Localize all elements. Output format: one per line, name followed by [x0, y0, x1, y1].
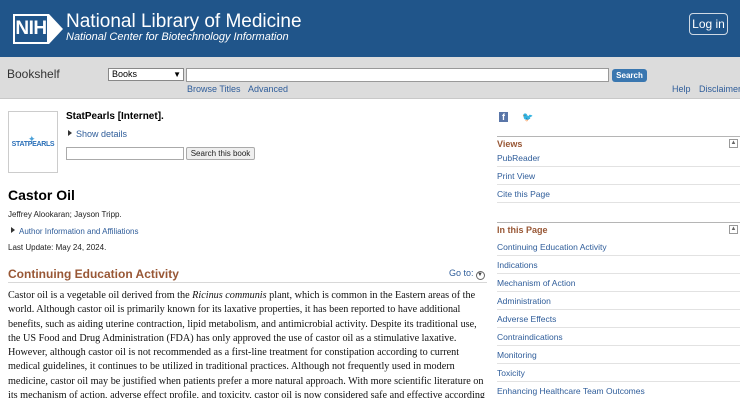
paragraph-text: benefits, such as aiding uterine contrac…: [8, 318, 477, 330]
sidebar-divider: [497, 363, 740, 364]
chevron-down-icon: ▼: [173, 70, 181, 79]
bookshelf-bar: Bookshelf Books ▼ Search Browse Titles A…: [0, 57, 740, 99]
section-title: Continuing Education Activity: [8, 267, 179, 281]
paragraph-line: medical guidelines, it continues to be u…: [8, 360, 487, 374]
sidebar-divider: [497, 255, 740, 256]
goto-menu[interactable]: Go to: ▼: [449, 268, 485, 280]
nih-logo-text: NIH: [13, 14, 49, 44]
in-this-page-link[interactable]: Indications: [497, 260, 538, 270]
author-info-label: Author Information and Affiliations: [19, 227, 139, 236]
last-update: Last Update: May 24, 2024.: [8, 243, 107, 252]
book-title: StatPearls [Internet].: [66, 111, 164, 122]
sidebar-divider: [497, 309, 740, 310]
nih-logo[interactable]: NIH: [13, 14, 63, 44]
sidebar-divider: [497, 327, 740, 328]
paragraph-line: world. Although castor oil is primarily …: [8, 303, 487, 317]
in-this-page-link[interactable]: Toxicity: [497, 368, 525, 378]
nih-logo-arrow-icon: [49, 14, 63, 44]
paragraph-line: benefits, such as aiding uterine contrac…: [8, 318, 487, 332]
bookshelf-link[interactable]: Bookshelf: [7, 67, 60, 81]
help-link[interactable]: Help: [672, 84, 691, 95]
paragraph-text: However, although castor oil is not reco…: [8, 347, 460, 359]
species-name: Ricinus communis: [192, 290, 267, 301]
in-this-page-link[interactable]: Monitoring: [497, 350, 537, 360]
in-this-page-link[interactable]: Enhancing Healthcare Team Outcomes: [497, 386, 645, 396]
sidebar-divider: [497, 184, 740, 185]
paragraph-text: world. Although castor oil is primarily …: [8, 304, 461, 316]
paragraph-text: plant, which is common in the Eastern ar…: [266, 290, 476, 301]
paragraph-line: medicine, castor oil may be justified wh…: [8, 375, 487, 389]
views-link[interactable]: PubReader: [497, 153, 540, 163]
sidebar-divider: [497, 202, 740, 203]
browse-titles-link[interactable]: Browse Titles: [187, 84, 241, 95]
goto-label: Go to:: [449, 268, 474, 278]
sidebar-divider: [497, 166, 740, 167]
in-this-page-heading: In this Page: [497, 225, 548, 235]
in-this-page-link[interactable]: Adverse Effects: [497, 314, 556, 324]
show-details-toggle[interactable]: Show details: [68, 129, 127, 140]
paragraph-line: However, although castor oil is not reco…: [8, 346, 487, 360]
site-title[interactable]: National Library of Medicine: [66, 11, 302, 33]
in-this-page-link[interactable]: Mechanism of Action: [497, 278, 575, 288]
search-input[interactable]: [186, 68, 609, 82]
views-link[interactable]: Cite this Page: [497, 189, 550, 199]
triangle-right-icon: [68, 130, 72, 136]
site-subtitle: National Center for Biotechnology Inform…: [66, 31, 289, 43]
paragraph-text: its mechanism of action, adverse effect …: [8, 390, 486, 398]
book-search-input[interactable]: [66, 147, 184, 160]
database-select[interactable]: Books ▼: [108, 68, 184, 81]
chevron-down-icon: ▼: [475, 271, 485, 280]
paragraph-text: medicine, castor oil may be justified wh…: [8, 375, 484, 387]
nih-header: NIH National Library of Medicine Nationa…: [0, 0, 740, 57]
triangle-right-icon: [11, 227, 15, 233]
facebook-icon[interactable]: f: [499, 112, 508, 122]
paragraph-line: the US Food and Drug Administration (FDA…: [8, 332, 487, 346]
login-button[interactable]: Log in: [689, 13, 728, 35]
views-portlet-header[interactable]: Views ▲: [497, 136, 740, 151]
database-select-value: Books: [112, 69, 138, 79]
paragraph-text: medical guidelines, it continues to be u…: [8, 361, 455, 373]
paragraph-line: its mechanism of action, adverse effect …: [8, 389, 487, 398]
paragraph-line: Castor oil is a vegetable oil derived fr…: [8, 289, 487, 303]
section-divider: [8, 282, 487, 283]
book-cover-text: STATPEARLS: [11, 141, 55, 148]
show-details-label: Show details: [76, 129, 128, 139]
in-this-page-portlet-header[interactable]: In this Page ▲: [497, 222, 740, 237]
article-title: Castor Oil: [8, 187, 75, 203]
search-button[interactable]: Search: [612, 69, 647, 82]
advanced-link[interactable]: Advanced: [248, 84, 288, 95]
sidebar-divider: [497, 345, 740, 346]
sidebar-divider: [497, 273, 740, 274]
search-this-book-button[interactable]: Search this book: [186, 147, 255, 160]
disclaimer-link[interactable]: Disclaimer: [699, 84, 740, 95]
article-paragraph: Castor oil is a vegetable oil derived fr…: [8, 289, 487, 398]
article-authors: Jeffrey Alookaran; Jayson Tripp.: [8, 210, 122, 219]
in-this-page-link[interactable]: Contraindications: [497, 332, 563, 342]
in-this-page-link[interactable]: Continuing Education Activity: [497, 242, 607, 252]
book-cover[interactable]: ✦ STATPEARLS: [8, 111, 58, 173]
collapse-icon[interactable]: ▲: [729, 225, 738, 234]
in-this-page-link[interactable]: Administration: [497, 296, 551, 306]
collapse-icon[interactable]: ▲: [729, 139, 738, 148]
sidebar-divider: [497, 381, 740, 382]
views-link[interactable]: Print View: [497, 171, 535, 181]
paragraph-text: Castor oil is a vegetable oil derived fr…: [8, 290, 193, 301]
twitter-icon[interactable]: 🐦: [522, 112, 533, 122]
paragraph-text: the US Food and Drug Administration (FDA…: [8, 332, 457, 344]
author-info-toggle[interactable]: Author Information and Affiliations: [11, 227, 138, 236]
views-heading: Views: [497, 139, 523, 149]
sidebar-divider: [497, 291, 740, 292]
